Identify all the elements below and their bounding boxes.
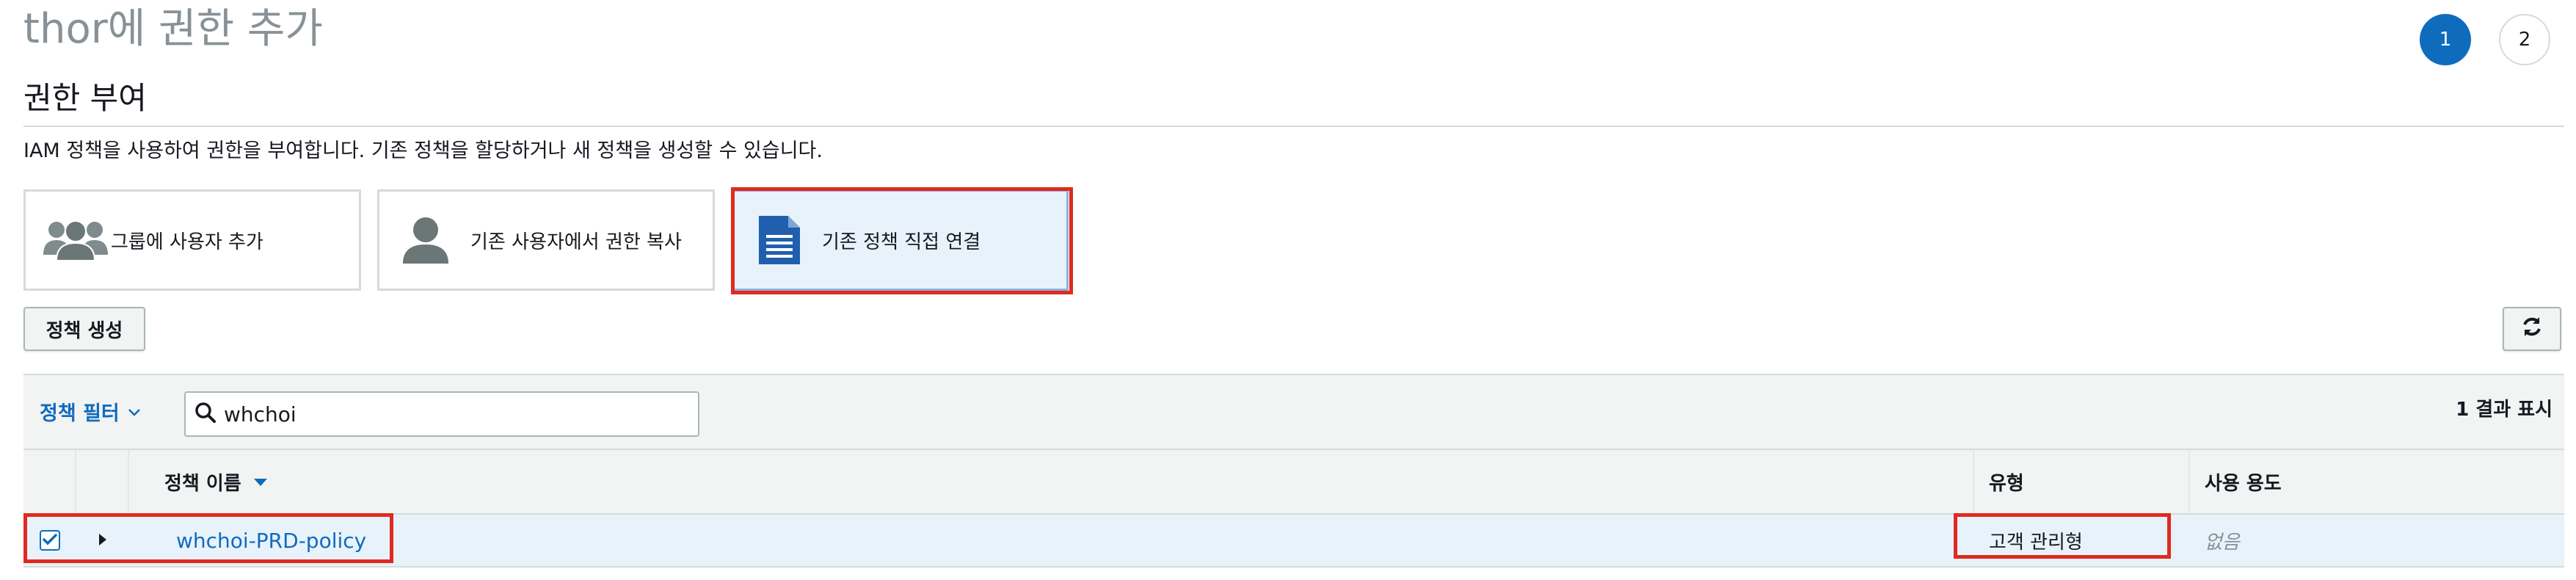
policy-type: 고객 관리형: [1989, 531, 2083, 554]
filter-bar: 정책 필터 1 결과 표시: [23, 374, 2564, 450]
step-2[interactable]: 2: [2499, 14, 2550, 65]
page-title: thor에 권한 추가: [23, 5, 323, 53]
row-checkbox[interactable]: [40, 530, 60, 551]
option-label: 기존 사용자에서 권한 복사: [470, 231, 682, 253]
step-1[interactable]: 1: [2420, 14, 2471, 65]
option-label: 그룹에 사용자 추가: [111, 231, 263, 253]
search-field: [184, 391, 699, 437]
option-copy-permissions[interactable]: 기존 사용자에서 권한 복사: [377, 189, 715, 291]
sort-desc-icon: [253, 471, 268, 493]
row-select-cell: [23, 515, 76, 566]
caret-right-icon: [98, 529, 107, 551]
header-policy-name-label: 정책 이름: [164, 472, 241, 495]
header-usage[interactable]: 사용 용도: [2190, 450, 2564, 513]
policy-filter-dropdown[interactable]: 정책 필터: [40, 397, 142, 426]
section-divider: [23, 126, 2564, 127]
option-add-user-to-group[interactable]: 그룹에 사용자 추가: [23, 189, 361, 291]
user-icon: [401, 215, 450, 265]
create-policy-button[interactable]: 정책 생성: [23, 307, 145, 351]
refresh-icon: [2521, 316, 2543, 343]
result-count: 1 결과 표시: [2456, 399, 2553, 421]
chevron-down-icon: [127, 400, 142, 423]
wizard-steps: 1 2: [2420, 14, 2550, 65]
policy-usage: 없음: [2205, 531, 2240, 554]
refresh-button[interactable]: [2503, 307, 2561, 351]
header-expand-column: [76, 450, 129, 513]
option-label: 기존 정책 직접 연결: [822, 231, 981, 253]
policy-name-link[interactable]: whchoi-PRD-policy: [176, 515, 366, 566]
header-type[interactable]: 유형: [1974, 450, 2190, 513]
document-icon: [757, 214, 801, 266]
table-row[interactable]: whchoi-PRD-policy 고객 관리형 없음: [23, 515, 2564, 568]
search-input[interactable]: [224, 402, 664, 427]
section-title: 권한 부여: [23, 80, 147, 116]
row-expand-toggle[interactable]: [76, 515, 129, 566]
option-attach-existing-policies[interactable]: 기존 정책 직접 연결: [731, 189, 1069, 291]
users-group-icon: [42, 217, 109, 264]
checkmark-icon: [43, 529, 57, 551]
search-icon: [194, 402, 217, 427]
policy-filter-label: 정책 필터: [40, 402, 120, 425]
section-description: IAM 정책을 사용하여 권한을 부여합니다. 기존 정책을 할당하거나 새 정…: [23, 139, 823, 162]
table-header: 정책 이름 유형 사용 용도: [23, 450, 2564, 515]
header-select-column: [23, 450, 76, 513]
header-policy-name[interactable]: 정책 이름: [129, 450, 1974, 513]
